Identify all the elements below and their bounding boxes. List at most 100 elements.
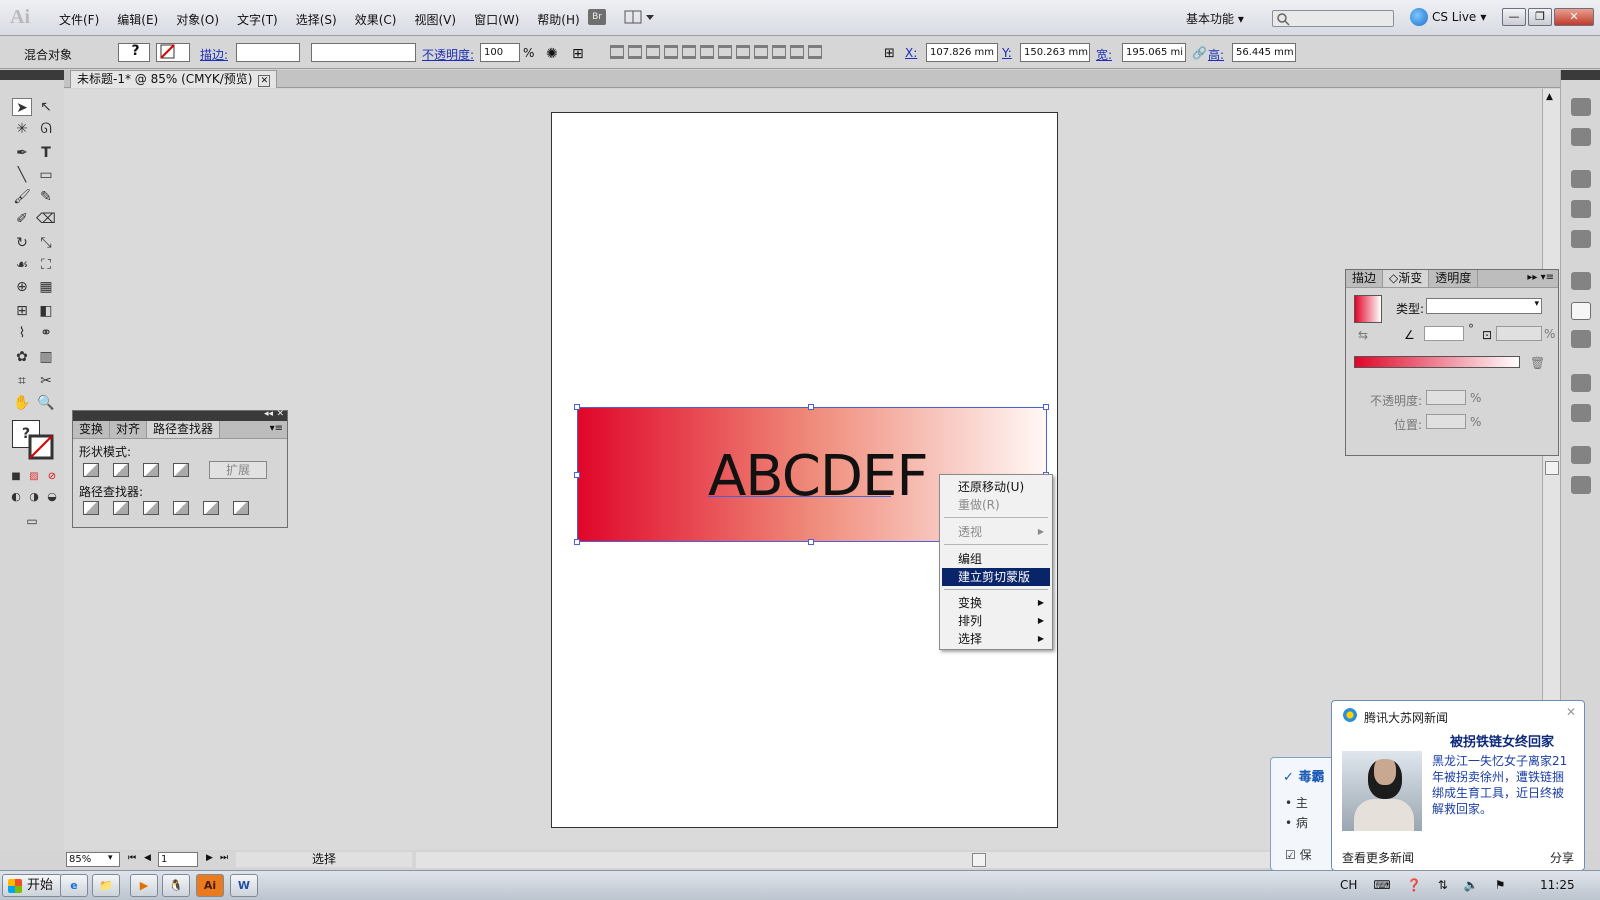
tab-close-icon[interactable]: ✕ bbox=[258, 75, 271, 87]
slice-tool-icon[interactable]: ✂ bbox=[36, 372, 56, 390]
handle-top-left[interactable] bbox=[574, 404, 580, 410]
align-hcenter-icon[interactable] bbox=[628, 45, 642, 59]
more-news-link[interactable]: 查看更多新闻 bbox=[1342, 849, 1414, 866]
stop-opacity-field[interactable] bbox=[1426, 390, 1466, 405]
rotate-tool-icon[interactable]: ↻ bbox=[12, 234, 32, 252]
color-panel-icon[interactable] bbox=[1571, 98, 1591, 116]
handle-top-center[interactable] bbox=[808, 404, 814, 410]
antivirus-checkbox[interactable]: ☑ 保 bbox=[1285, 846, 1312, 863]
warp-tool-icon[interactable]: ☙ bbox=[12, 256, 32, 274]
pencil-tool-icon[interactable]: ✎ bbox=[36, 188, 56, 206]
gradient-swatch[interactable] bbox=[1354, 295, 1382, 323]
menu-item-perspective[interactable]: 透视 ▶ bbox=[942, 523, 1050, 541]
menu-item-make-clipping-mask[interactable]: 建立剪切蒙版 bbox=[942, 568, 1050, 586]
news-body[interactable]: 黑龙江一失忆女子离家21年被拐卖徐州，遭铁链捆绑成生育工具，近日终被解救回家。 bbox=[1432, 753, 1574, 817]
eraser-tool-icon[interactable]: ⌫ bbox=[36, 210, 56, 228]
distribute-left-icon[interactable] bbox=[772, 45, 786, 59]
scroll-up-icon[interactable]: ▲ bbox=[1546, 92, 1553, 102]
stop-location-field[interactable] bbox=[1426, 414, 1466, 429]
rectangle-tool-icon[interactable]: ▭ bbox=[36, 166, 56, 184]
mesh-tool-icon[interactable]: ⊞ bbox=[12, 302, 32, 320]
menu-type[interactable]: 文字(T) bbox=[228, 11, 287, 28]
symbol-sprayer-tool-icon[interactable]: ✿ bbox=[12, 348, 32, 366]
next-page-icon[interactable]: ▶ bbox=[206, 853, 213, 863]
menu-object[interactable]: 对象(O) bbox=[167, 11, 228, 28]
selection-tool-icon[interactable]: ➤ bbox=[12, 98, 32, 116]
status-tool-label[interactable]: 选择 bbox=[236, 852, 412, 867]
tab-align[interactable]: 对齐 bbox=[110, 421, 148, 438]
unite-icon[interactable] bbox=[83, 463, 99, 477]
distribute-hcenter-icon[interactable] bbox=[790, 45, 804, 59]
input-method[interactable]: CH bbox=[1340, 878, 1357, 892]
news-close-icon[interactable]: ✕ bbox=[1566, 705, 1576, 719]
minus-front-icon[interactable] bbox=[113, 463, 129, 477]
layers-icon[interactable] bbox=[1571, 446, 1591, 464]
distribute-top-icon[interactable] bbox=[718, 45, 732, 59]
collapse-icon[interactable]: ◂◂ bbox=[264, 409, 273, 419]
align-right-icon[interactable] bbox=[646, 45, 660, 59]
pathfinder-panel-header[interactable]: ◂◂ ✕ bbox=[73, 409, 287, 421]
expand-button[interactable]: 扩展 bbox=[209, 461, 267, 479]
width-label[interactable]: 宽: bbox=[1096, 46, 1112, 63]
news-headline[interactable]: 被拐铁链女终回家 bbox=[1450, 731, 1554, 750]
color-mode-icon[interactable]: ■ bbox=[6, 468, 26, 486]
zoom-tool-icon[interactable]: 🔍 bbox=[36, 394, 56, 412]
menu-item-redo[interactable]: 重做(R) bbox=[942, 496, 1050, 514]
tab-transform[interactable]: 变换 bbox=[73, 421, 111, 438]
document-tab[interactable]: 未标题-1* @ 85% (CMYK/预览) ✕ bbox=[70, 70, 278, 88]
line-tool-icon[interactable]: ╲ bbox=[12, 166, 32, 184]
trim-icon[interactable] bbox=[113, 501, 129, 515]
blob-brush-tool-icon[interactable]: ✐ bbox=[12, 210, 32, 228]
flag-icon[interactable]: ⚑ bbox=[1495, 878, 1506, 892]
keyboard-icon[interactable]: ⌨ bbox=[1373, 878, 1390, 892]
gradient-mode-icon[interactable]: ▨ bbox=[24, 468, 44, 486]
y-label[interactable]: Y: bbox=[1002, 46, 1012, 60]
graph-tool-icon[interactable]: ▥ bbox=[36, 348, 56, 366]
panel-menu-icon[interactable]: ▾≡ bbox=[270, 423, 283, 434]
stroke-color-icon[interactable] bbox=[28, 434, 54, 460]
swatches-icon[interactable] bbox=[1571, 170, 1591, 188]
stroke-swatch[interactable] bbox=[156, 43, 190, 62]
menu-help[interactable]: 帮助(H) bbox=[528, 11, 588, 28]
gradient-slider[interactable] bbox=[1354, 356, 1520, 368]
menu-item-undo-move[interactable]: 还原移动(U) bbox=[942, 478, 1050, 496]
menu-window[interactable]: 窗口(W) bbox=[465, 11, 528, 28]
delete-stop-icon[interactable]: 🗑 bbox=[1530, 356, 1545, 370]
align-top-icon[interactable] bbox=[664, 45, 678, 59]
draw-behind-icon[interactable]: ◑ bbox=[24, 488, 44, 506]
workspace-switcher[interactable]: 基本功能 ▾ bbox=[1186, 10, 1244, 27]
perspective-grid-tool-icon[interactable]: ▦ bbox=[36, 278, 56, 296]
network-icon[interactable]: ⇅ bbox=[1438, 878, 1448, 892]
stroke-panel-icon[interactable] bbox=[1571, 272, 1591, 290]
screen-mode-icon[interactable]: ▭ bbox=[22, 512, 42, 530]
share-link[interactable]: 分享 bbox=[1550, 849, 1574, 866]
tab-gradient[interactable]: ◇渐变 bbox=[1383, 270, 1430, 287]
artboard-tool-icon[interactable]: ⌗ bbox=[12, 372, 32, 390]
menu-edit[interactable]: 编辑(E) bbox=[108, 11, 167, 28]
stroke-weight-field[interactable] bbox=[236, 43, 300, 62]
cs-live-button[interactable]: CS Live ▾ bbox=[1410, 8, 1486, 26]
panel-close-icon[interactable]: ✕ bbox=[276, 409, 284, 419]
align-bottom-icon[interactable] bbox=[700, 45, 714, 59]
brush-definition-field[interactable] bbox=[311, 43, 416, 62]
exclude-icon[interactable] bbox=[173, 463, 189, 477]
scale-tool-icon[interactable]: ⤡ bbox=[36, 234, 56, 252]
start-button[interactable]: 开始 bbox=[2, 874, 63, 897]
align-vcenter-icon[interactable] bbox=[682, 45, 696, 59]
word-icon[interactable]: W bbox=[230, 874, 258, 897]
text-object[interactable]: ABCDEF bbox=[708, 444, 929, 509]
gradient-panel-icon[interactable] bbox=[1571, 302, 1591, 320]
volume-icon[interactable]: 🔈 bbox=[1464, 878, 1479, 892]
hscroll-thumb[interactable] bbox=[972, 853, 986, 867]
eyedropper-tool-icon[interactable]: ⌇ bbox=[12, 324, 32, 342]
opacity-label-link[interactable]: 不透明度: bbox=[422, 46, 474, 63]
qq-icon[interactable]: 🐧 bbox=[162, 874, 190, 897]
reverse-gradient-icon[interactable]: ⇆ bbox=[1358, 328, 1368, 342]
intersect-icon[interactable] bbox=[143, 463, 159, 477]
menu-item-select[interactable]: 选择 ▶ bbox=[942, 630, 1050, 648]
draw-inside-icon[interactable]: ◒ bbox=[42, 488, 62, 506]
menu-item-arrange[interactable]: 排列 ▶ bbox=[942, 612, 1050, 630]
free-transform-tool-icon[interactable]: ⛶ bbox=[36, 256, 56, 274]
width-field[interactable]: 195.065 mi bbox=[1122, 43, 1186, 62]
menu-item-group[interactable]: 编组 bbox=[942, 550, 1050, 568]
